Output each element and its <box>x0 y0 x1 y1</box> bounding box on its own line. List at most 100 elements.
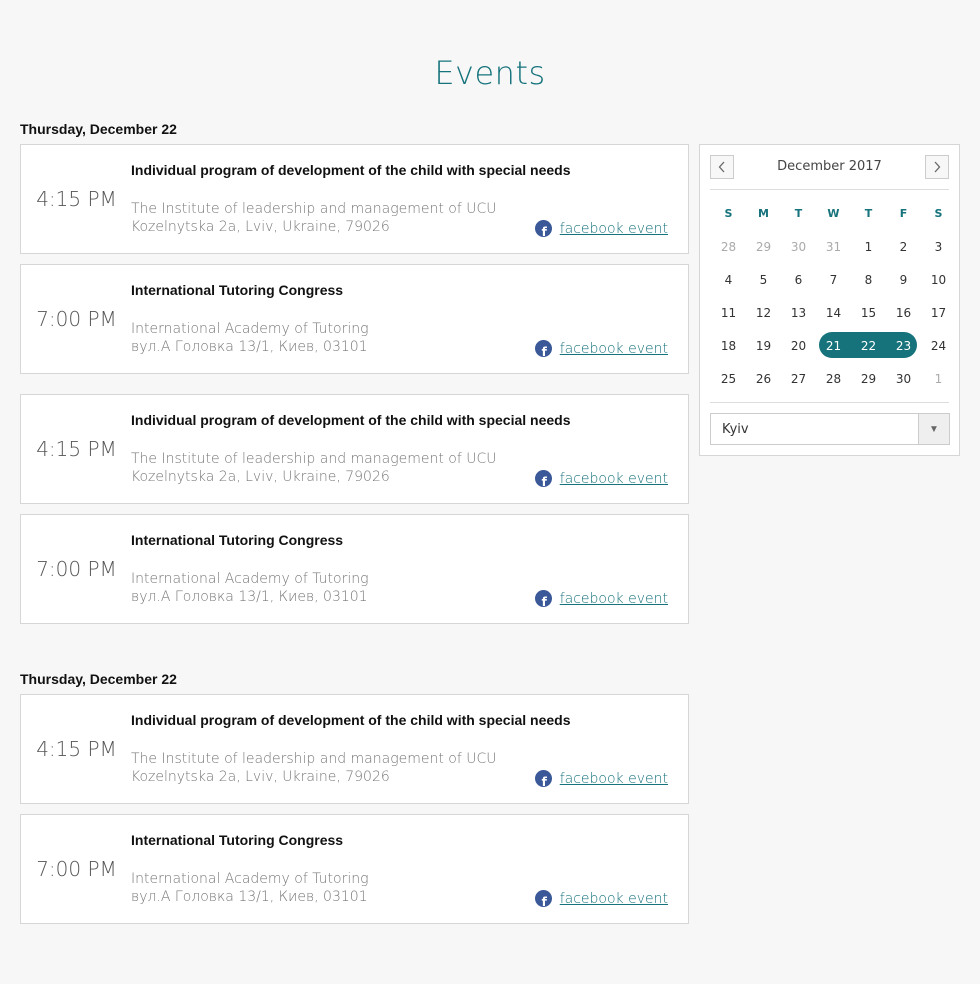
facebook-event-label: facebook event <box>559 470 668 487</box>
weekday-label: F <box>899 207 908 220</box>
event-venue: International Academy of Tutoring <box>131 871 369 887</box>
facebook-event-label: facebook event <box>559 220 668 237</box>
calendar-day[interactable]: 27 <box>781 372 816 386</box>
facebook-event-link[interactable]: f facebook event <box>534 770 668 787</box>
event-title: International Tutoring Congress <box>131 282 344 298</box>
triangle-down-icon[interactable]: ▼ <box>918 414 949 444</box>
calendar-day-selected[interactable]: 22 <box>851 339 886 353</box>
chevron-right-icon[interactable] <box>925 155 949 179</box>
day-heading: Thursday, December 22 <box>20 121 177 137</box>
calendar-grid: S M T W T F S 28 29 30 31 1 2 3 4 5 6 7 … <box>711 197 956 395</box>
calendar-day[interactable]: 2 <box>886 240 921 254</box>
facebook-event-link[interactable]: f facebook event <box>534 470 668 487</box>
calendar-divider <box>710 189 949 190</box>
calendar-day[interactable]: 28 <box>816 372 851 386</box>
facebook-event-link[interactable]: f facebook event <box>534 340 668 357</box>
event-title: International Tutoring Congress <box>131 832 344 848</box>
event-card: 7:00 PM International Tutoring Congress … <box>20 514 689 624</box>
weekday-label: S <box>934 207 943 220</box>
event-title: Individual program of development of the… <box>131 712 571 728</box>
calendar-day[interactable]: 1 <box>921 372 956 386</box>
page-title: Events <box>434 54 546 92</box>
facebook-event-label: facebook event <box>559 770 668 787</box>
facebook-icon: f <box>534 220 552 237</box>
facebook-icon: f <box>534 470 552 487</box>
event-time: 7:00 PM <box>36 557 117 581</box>
calendar-day[interactable]: 12 <box>746 306 781 320</box>
calendar-day[interactable]: 17 <box>921 306 956 320</box>
calendar-day[interactable]: 8 <box>851 273 886 287</box>
weekday-label: T <box>864 207 873 220</box>
event-time: 4:15 PM <box>36 737 117 761</box>
calendar-day[interactable]: 26 <box>746 372 781 386</box>
facebook-event-link[interactable]: f facebook event <box>534 220 668 237</box>
calendar-day[interactable]: 7 <box>816 273 851 287</box>
event-title: International Tutoring Congress <box>131 532 344 548</box>
calendar-day[interactable]: 25 <box>711 372 746 386</box>
event-venue: International Academy of Tutoring <box>131 571 369 587</box>
weekday-header: S M T W T F S <box>711 197 956 230</box>
calendar-day[interactable]: 18 <box>711 339 746 353</box>
calendar-day[interactable]: 11 <box>711 306 746 320</box>
weekday-label: M <box>758 207 769 220</box>
event-address: вул.А Головка 13/1, Киев, 03101 <box>131 339 368 355</box>
calendar-day[interactable]: 5 <box>746 273 781 287</box>
event-venue: International Academy of Tutoring <box>131 321 369 337</box>
calendar-day[interactable]: 4 <box>711 273 746 287</box>
calendar-day[interactable]: 19 <box>746 339 781 353</box>
calendar-day-selected[interactable]: 23 <box>886 339 921 353</box>
facebook-event-link[interactable]: f facebook event <box>534 890 668 907</box>
calendar-week: 4 5 6 7 8 9 10 <box>711 263 956 296</box>
event-title: Individual program of development of the… <box>131 162 571 178</box>
calendar-week: 25 26 27 28 29 30 1 <box>711 362 956 395</box>
event-venue: The Institute of leadership and manageme… <box>131 201 497 217</box>
facebook-event-label: facebook event <box>559 890 668 907</box>
facebook-event-label: facebook event <box>559 590 668 607</box>
calendar-day-selected[interactable]: 21 <box>816 339 851 353</box>
calendar-day[interactable]: 28 <box>711 240 746 254</box>
calendar-day[interactable]: 1 <box>851 240 886 254</box>
calendar-day[interactable]: 30 <box>781 240 816 254</box>
calendar-day[interactable]: 24 <box>921 339 956 353</box>
event-address: вул.А Головка 13/1, Киев, 03101 <box>131 889 368 905</box>
calendar-day[interactable]: 3 <box>921 240 956 254</box>
calendar-day[interactable]: 15 <box>851 306 886 320</box>
event-address: Kozelnytska 2a, Lviv, Ukraine, 79026 <box>131 219 390 235</box>
weekday-label: T <box>794 207 803 220</box>
calendar-day[interactable]: 9 <box>886 273 921 287</box>
facebook-icon: f <box>534 340 552 357</box>
event-time: 7:00 PM <box>36 857 117 881</box>
event-address: вул.А Головка 13/1, Киев, 03101 <box>131 589 368 605</box>
event-card: 4:15 PM Individual program of developmen… <box>20 394 689 504</box>
facebook-event-label: facebook event <box>559 340 668 357</box>
weekday-label: W <box>827 207 840 220</box>
calendar-day[interactable]: 6 <box>781 273 816 287</box>
calendar-divider <box>710 402 949 403</box>
calendar-day[interactable]: 29 <box>746 240 781 254</box>
day-heading: Thursday, December 22 <box>20 671 177 687</box>
calendar-week: 11 12 13 14 15 16 17 <box>711 296 956 329</box>
event-venue: The Institute of leadership and manageme… <box>131 451 497 467</box>
event-address: Kozelnytska 2a, Lviv, Ukraine, 79026 <box>131 469 390 485</box>
event-card: 4:15 PM Individual program of developmen… <box>20 694 689 804</box>
event-card: 4:15 PM Individual program of developmen… <box>20 144 689 254</box>
calendar-month-label: December 2017 <box>777 159 882 174</box>
facebook-icon: f <box>534 770 552 787</box>
calendar-day[interactable]: 14 <box>816 306 851 320</box>
calendar-day[interactable]: 29 <box>851 372 886 386</box>
calendar-day[interactable]: 16 <box>886 306 921 320</box>
calendar-day[interactable]: 31 <box>816 240 851 254</box>
city-select[interactable]: Kyiv ▼ <box>710 413 950 445</box>
calendar-day[interactable]: 10 <box>921 273 956 287</box>
event-venue: The Institute of leadership and manageme… <box>131 751 497 767</box>
calendar-widget: December 2017 S M T W T F S 28 29 30 31 … <box>699 144 960 456</box>
calendar-day[interactable]: 30 <box>886 372 921 386</box>
event-time: 4:15 PM <box>36 187 117 211</box>
event-card: 7:00 PM International Tutoring Congress … <box>20 264 689 374</box>
facebook-event-link[interactable]: f facebook event <box>534 590 668 607</box>
calendar-day[interactable]: 20 <box>781 339 816 353</box>
event-card: 7:00 PM International Tutoring Congress … <box>20 814 689 924</box>
facebook-icon: f <box>534 590 552 607</box>
calendar-day[interactable]: 13 <box>781 306 816 320</box>
calendar-week: 28 29 30 31 1 2 3 <box>711 230 956 263</box>
